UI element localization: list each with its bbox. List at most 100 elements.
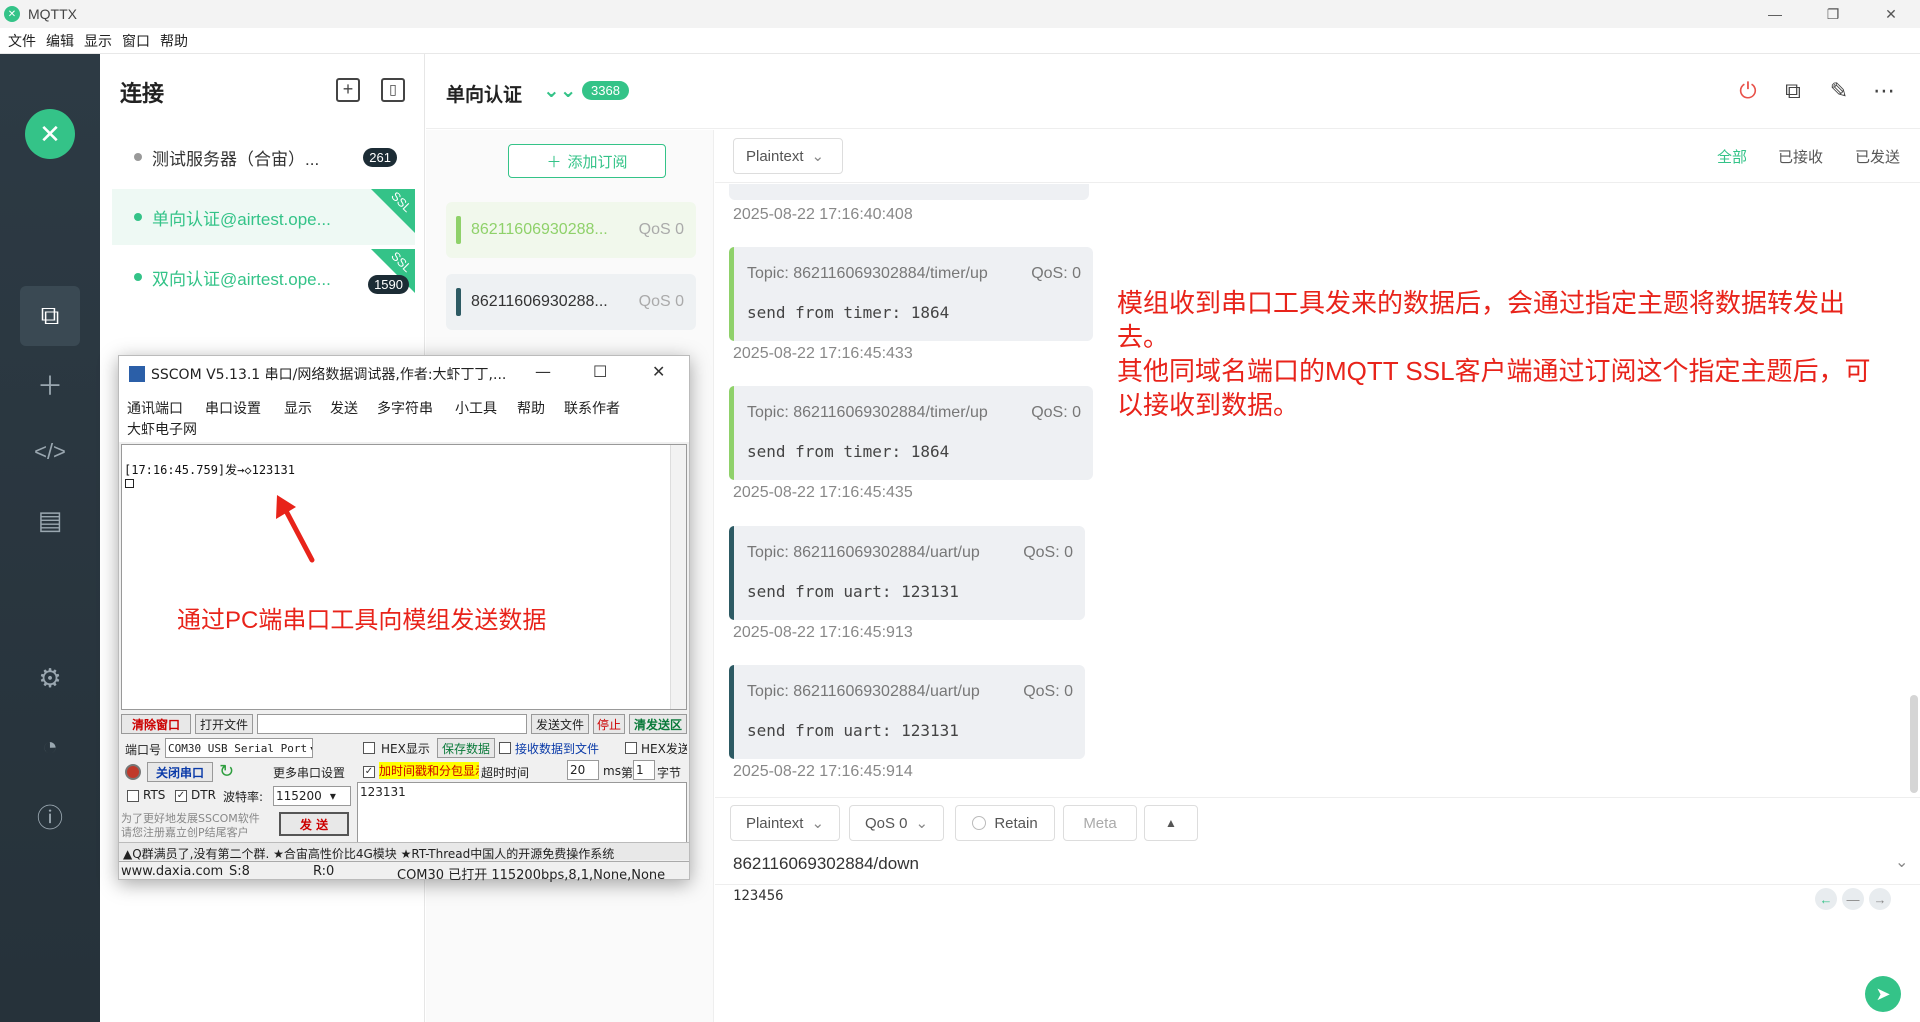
recv-to-file-checkbox[interactable]: [499, 742, 511, 754]
stop-button[interactable]: 停止: [593, 714, 625, 734]
publish-payload-input[interactable]: 123456: [733, 888, 784, 904]
hex-send-checkbox[interactable]: [625, 742, 637, 754]
port-label: 端口号: [125, 743, 162, 757]
more-icon[interactable]: ⋯: [1869, 76, 1899, 106]
filter-sent[interactable]: 已发送: [1855, 146, 1900, 167]
publish-qos-select[interactable]: QoS 0 ⌄: [849, 805, 944, 841]
comment-icon[interactable]: ⧉: [1778, 76, 1808, 106]
sscom-menu-item[interactable]: 联系作者: [564, 398, 620, 418]
meta-button[interactable]: Meta: [1063, 805, 1137, 841]
filter-all[interactable]: 全部: [1717, 146, 1747, 167]
sscom-menu-item[interactable]: 显示: [284, 398, 312, 418]
send-file-button[interactable]: 发送文件: [531, 714, 589, 734]
status-recv-count: R:0: [313, 864, 335, 879]
menu-window[interactable]: 窗口: [122, 31, 150, 51]
connection-item-active[interactable]: 单向认证@airtest.ope... SSL: [112, 189, 415, 245]
send-data-textarea[interactable]: 123131: [357, 782, 687, 848]
menu-edit[interactable]: 编辑: [46, 31, 74, 51]
expand-up-icon[interactable]: ▲: [1144, 805, 1198, 841]
connection-item[interactable]: 测试服务器（合宙）... 261: [112, 129, 415, 185]
publish-topic-input[interactable]: 862116069302884/down: [733, 854, 919, 874]
log-icon[interactable]: ▤: [20, 490, 80, 550]
dtr-checkbox[interactable]: ✓: [175, 790, 187, 802]
settings-icon[interactable]: ⚙: [20, 648, 80, 708]
publish-format-select[interactable]: Plaintext ⌄: [730, 805, 840, 841]
subscription-item[interactable]: 86211606930288... QoS 0: [446, 274, 696, 330]
topic-qos: QoS 0: [638, 221, 684, 238]
open-file-button[interactable]: 打开文件: [195, 714, 253, 734]
save-data-button[interactable]: 保存数据: [437, 738, 495, 758]
minimize-icon[interactable]: —: [535, 362, 551, 381]
timeout-input[interactable]: 20: [567, 760, 599, 780]
about-icon[interactable]: ⓘ: [20, 786, 80, 846]
arrow-right-icon[interactable]: →: [1869, 888, 1891, 910]
subscription-item[interactable]: 86211606930288... QoS 0: [446, 202, 696, 258]
connections-icon[interactable]: ⧉: [20, 286, 80, 346]
status-site[interactable]: www.daxia.com: [121, 864, 229, 879]
message-list[interactable]: 2025-08-22 17:16:40:408 Topic: 862116069…: [715, 184, 1920, 796]
plus-icon[interactable]: ＋: [20, 354, 80, 414]
send-button[interactable]: 发 送: [279, 812, 349, 836]
message-payload: send from timer: 1864: [747, 303, 950, 322]
sscom-receive-area[interactable]: [17:16:45.759]发→◇123131 通过PC端串口工具向模组发送数据: [121, 444, 687, 710]
send-icon[interactable]: ➤: [1865, 976, 1901, 1012]
payload-format-select[interactable]: Plaintext ⌄: [733, 138, 843, 174]
chevron-double-down-icon[interactable]: ⌄⌄: [543, 78, 577, 103]
menu-view[interactable]: 显示: [84, 31, 112, 51]
connection-item[interactable]: 双向认证@airtest.ope... SSL 1590: [112, 249, 415, 305]
dtr-label: DTR: [191, 788, 216, 802]
minus-icon[interactable]: —: [1842, 888, 1864, 910]
arrow-left-icon[interactable]: ←: [1815, 888, 1837, 910]
message-scrollbar[interactable]: [1910, 695, 1918, 793]
subscribe-feed-icon[interactable]: ◔: [20, 716, 80, 776]
close-icon[interactable]: ✕: [1862, 0, 1920, 28]
chevron-down-icon[interactable]: ⌄: [1895, 852, 1908, 872]
maximize-icon[interactable]: ☐: [593, 362, 607, 381]
menu-help[interactable]: 帮助: [160, 31, 188, 51]
close-icon[interactable]: ✕: [652, 362, 665, 381]
add-subscription-button[interactable]: ＋ 添加订阅: [508, 144, 666, 178]
sscom-receive-scrollbar[interactable]: [670, 445, 686, 709]
new-connection-icon[interactable]: +: [336, 78, 360, 102]
sscom-menu-item[interactable]: 小工具: [455, 398, 497, 418]
sscom-window: SSCOM V5.13.1 串口/网络数据调试器,作者:大虾丁丁,... — ☐…: [118, 355, 690, 883]
rts-checkbox[interactable]: [127, 790, 139, 802]
minimize-icon[interactable]: —: [1746, 0, 1804, 28]
sscom-menu-item[interactable]: 帮助: [517, 398, 545, 418]
nth-input[interactable]: 1: [633, 760, 655, 780]
message-topic: Topic: 862116069302884/uart/up: [747, 683, 980, 700]
sscom-menu-item[interactable]: 通讯端口: [127, 398, 183, 418]
clear-window-button[interactable]: 清除窗口: [121, 714, 191, 734]
sscom-menu-item[interactable]: 多字符串: [377, 398, 433, 418]
annotation-text: 模组收到串口工具发来的数据后，会通过指定主题将数据转发出 去。 其他同域名端口的…: [1117, 288, 1871, 420]
script-icon[interactable]: </>: [20, 422, 80, 482]
baud-select[interactable]: 115200 ▾: [273, 786, 351, 806]
menu-file[interactable]: 文件: [8, 31, 36, 51]
power-icon[interactable]: ⏻: [1733, 76, 1763, 106]
message-bubble[interactable]: Topic: 862116069302884/timer/up QoS: 0 s…: [729, 247, 1093, 341]
sscom-menu-item[interactable]: 大虾电子网: [127, 419, 197, 439]
sscom-menu-item[interactable]: 串口设置: [205, 398, 261, 418]
clear-send-button[interactable]: 清发送区: [629, 714, 687, 734]
message-bubble[interactable]: Topic: 862116069302884/uart/up QoS: 0 se…: [729, 665, 1085, 759]
hex-display-checkbox[interactable]: [363, 742, 375, 754]
message-bubble[interactable]: Topic: 862116069302884/timer/up QoS: 0 s…: [729, 386, 1093, 480]
red-arrow-icon: [276, 495, 315, 563]
message-bubble[interactable]: Topic: 862116069302884/uart/up QoS: 0 se…: [729, 526, 1085, 620]
file-path-input[interactable]: [257, 714, 527, 734]
filter-received[interactable]: 已接收: [1778, 146, 1823, 167]
timestamp-checkbox[interactable]: ✓: [363, 766, 375, 778]
cursor-box: [125, 479, 134, 488]
toggle-panel-icon[interactable]: ▯: [381, 78, 405, 102]
sscom-menu-item[interactable]: 发送: [330, 398, 358, 418]
retain-toggle[interactable]: Retain: [955, 805, 1055, 841]
more-settings-label[interactable]: 更多串口设置: [273, 764, 345, 781]
sscom-receive-line: [17:16:45.759]发→◇123131: [124, 463, 295, 477]
message-count-badge: 261: [363, 147, 397, 167]
close-port-button[interactable]: 关闭串口: [147, 762, 213, 782]
refresh-icon[interactable]: ↻: [219, 761, 234, 782]
hex-send-label: HEX发送: [641, 742, 687, 756]
edit-icon[interactable]: ✎: [1824, 76, 1854, 106]
restore-icon[interactable]: ❐: [1804, 0, 1862, 28]
port-select[interactable]: COM30 USB Serial Port ▾: [165, 738, 313, 758]
